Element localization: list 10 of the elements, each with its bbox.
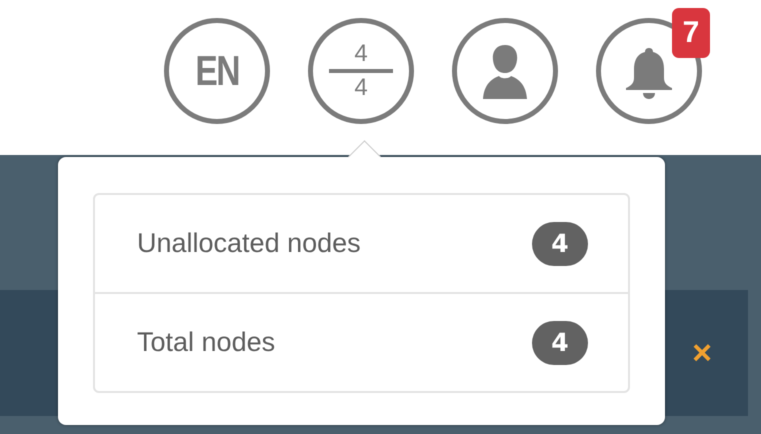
row-label: Unallocated nodes xyxy=(137,228,361,259)
notification-count: 7 xyxy=(672,8,710,58)
nodes-button[interactable]: 4 4 xyxy=(308,18,414,124)
language-button[interactable]: EN xyxy=(164,18,270,124)
user-icon xyxy=(483,43,527,99)
count-badge: 4 xyxy=(532,222,588,266)
count-badge: 4 xyxy=(532,320,588,364)
close-button[interactable]: × xyxy=(692,336,712,370)
row-label: Total nodes xyxy=(137,327,276,358)
bell-icon xyxy=(624,46,674,100)
